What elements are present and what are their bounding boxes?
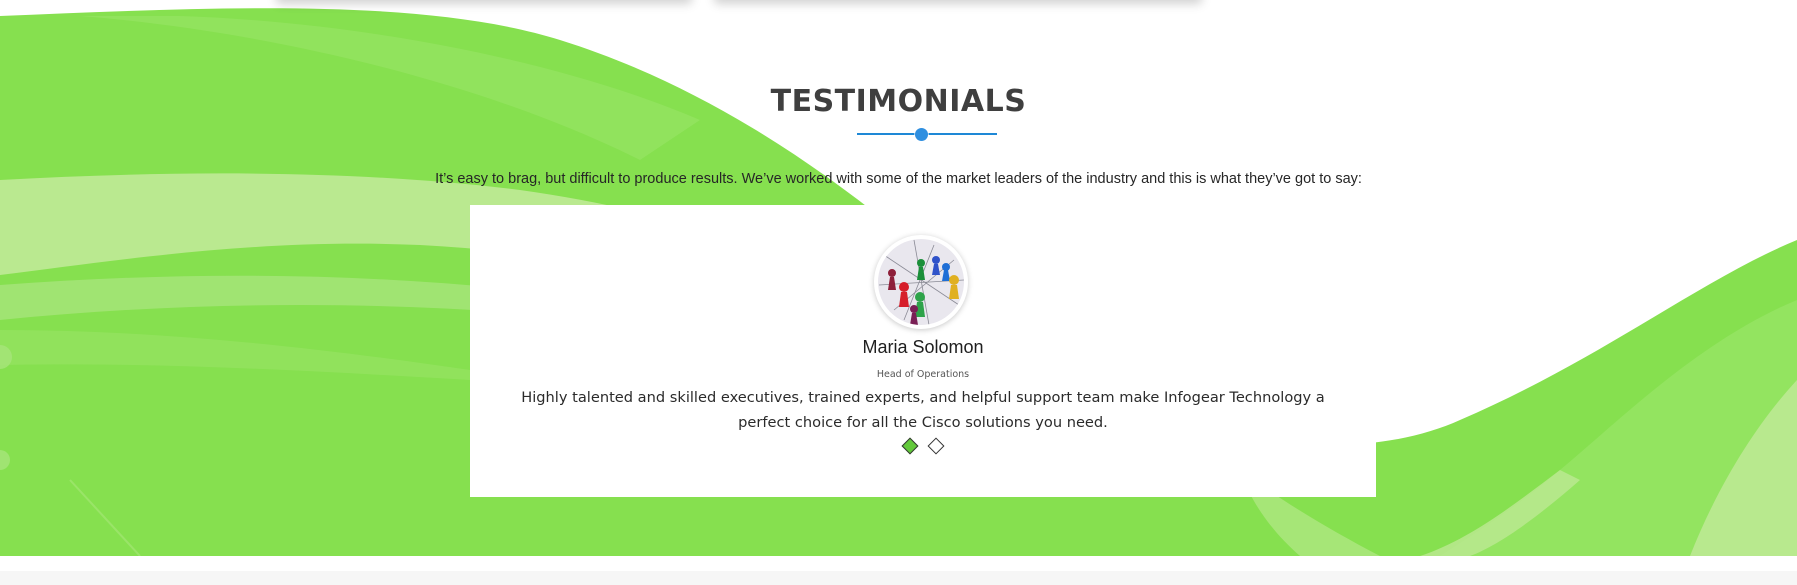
person-role: Head of Operations xyxy=(876,369,970,380)
testimonial-card: Maria Solomon Head of Operations Highly … xyxy=(470,205,1376,497)
person-name: Maria Solomon xyxy=(862,337,984,357)
slider-pagination xyxy=(470,436,1376,458)
avatar xyxy=(874,235,968,329)
footer-strip xyxy=(0,571,1797,585)
title-divider-dot xyxy=(915,128,928,141)
section-title: TESTIMONIALS xyxy=(770,84,1027,119)
testimonial-quote: Highly talented and skilled executives, … xyxy=(521,389,1325,431)
section-intro: It’s easy to brag, but difficult to prod… xyxy=(435,171,1362,187)
slider-dot-1[interactable] xyxy=(901,437,919,455)
slider-dot-2[interactable] xyxy=(927,437,945,455)
